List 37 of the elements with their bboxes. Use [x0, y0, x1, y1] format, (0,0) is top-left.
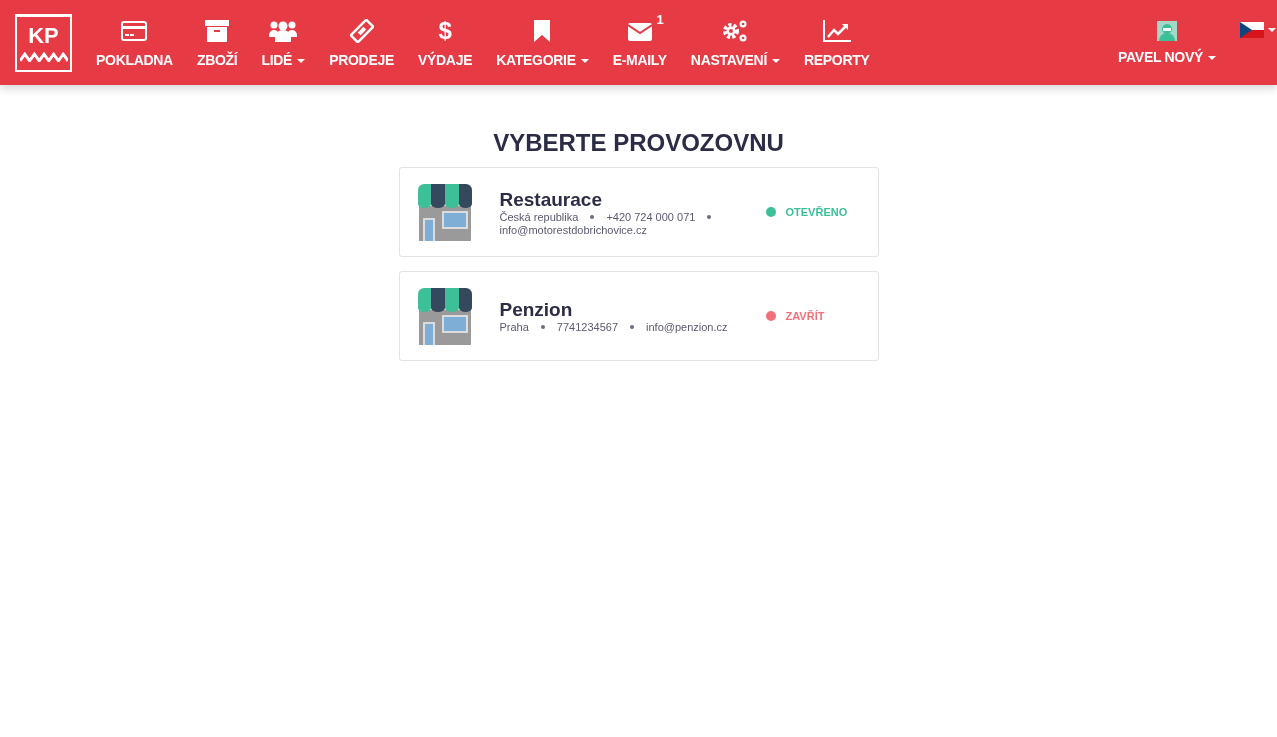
bookmark-icon: [534, 19, 551, 42]
nav-item[interactable]: REPORTY: [792, 17, 882, 68]
dollar-icon: $: [438, 16, 452, 45]
czech-flag-icon: [1240, 22, 1264, 38]
venue-name: Restaurace: [499, 188, 603, 211]
archive-box-icon: [205, 19, 230, 42]
nav-item[interactable]: KATEGORIE: [484, 17, 601, 68]
status-label: OTEVŘENO: [785, 206, 848, 218]
venue-name: Penzion: [499, 299, 574, 321]
venue-detail: Praha: [499, 321, 529, 333]
unread-count: 1: [656, 11, 664, 27]
people-icon: [269, 19, 298, 42]
storefront-icon: [417, 286, 472, 346]
line-chart-icon: [822, 19, 851, 42]
venue-card[interactable]: Penzion Praha 7741234567 info@penzion.cz ZAVŘÍT: [398, 271, 879, 361]
nav-item[interactable]: ZBOŽÍ: [184, 17, 250, 68]
logo[interactable]: KP: [15, 13, 72, 72]
venue-detail: info@penzion.cz: [646, 321, 728, 333]
venue-card[interactable]: Restaurace Česká republika +420 724 000 071 info@motorestdobrichovice.cz OTEVŘENO: [398, 167, 879, 257]
page-heading: VYBERTE PROVOZOVNU: [493, 129, 784, 157]
nav-item[interactable]: PRODEJE: [317, 17, 406, 68]
storefront-icon: [417, 182, 472, 242]
venue-detail: +420 724 000 071: [606, 210, 696, 223]
nav-item[interactable]: POKLADNA: [84, 17, 185, 68]
avatar-icon: [1157, 20, 1178, 41]
language-selector[interactable]: [1240, 22, 1277, 38]
ticket-icon: [349, 18, 374, 43]
venue-detail: 7741234567: [556, 321, 619, 333]
nav-item[interactable]: NASTAVENÍ: [678, 17, 792, 68]
user-menu[interactable]: PAVEL NOVÝ: [1106, 20, 1228, 65]
nav-item[interactable]: LIDÉ: [249, 17, 318, 68]
venue-detail: info@motorestdobrichovice.cz: [499, 223, 647, 236]
nav-item[interactable]: $ VÝDAJE: [405, 17, 485, 68]
envelope-icon: [627, 20, 652, 41]
credit-card-icon: [121, 20, 148, 41]
venue-detail: Česká republika: [499, 210, 579, 223]
status-label: ZAVŘÍT: [785, 310, 825, 322]
